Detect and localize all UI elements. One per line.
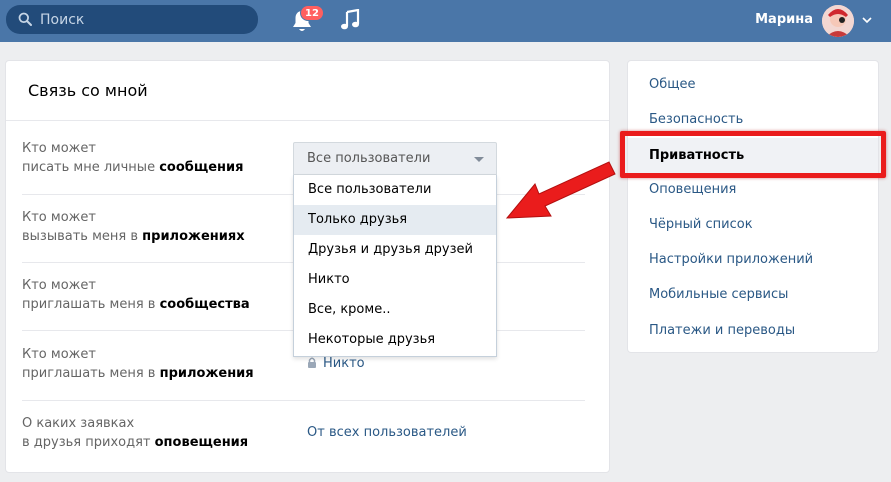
setting-label-line1: Кто может [22,141,96,156]
setting-label-line1: Кто может [22,278,96,293]
search-icon [18,12,32,26]
setting-label-bold: оповещения [154,435,249,450]
setting-label-line1: Кто может [22,210,96,225]
dropdown-option-friends[interactable]: Только друзья [294,205,496,235]
dropdown-menu: Все пользователи Только друзья Друзья и … [293,175,497,357]
annotation-arrow-icon [505,161,616,219]
nav-item-payments[interactable]: Платежи и переводы [628,313,878,348]
nav-item-app-settings[interactable]: Настройки приложений [628,242,878,277]
dropdown-option-some-friends[interactable]: Некоторые друзья [294,325,496,355]
avatar-image-icon [822,5,854,37]
nav-item-general[interactable]: Общее [628,67,878,102]
setting-label-bold: сообщения [159,160,244,175]
setting-label-line2: писать мне личные [22,160,160,175]
notifications-badge: 12 [300,5,324,21]
setting-label-line2: вызывать меня в [22,229,143,244]
setting-value-apps[interactable]: Никто [307,356,365,371]
avatar[interactable] [822,5,854,37]
dropdown-option-all[interactable]: Все пользователи [294,175,496,205]
nav-item-blacklist[interactable]: Чёрный список [628,207,878,242]
user-name[interactable]: Марина [755,12,813,27]
setting-value-text: Никто [323,356,365,371]
chevron-down-icon[interactable] [862,17,872,24]
nav-item-mobile-services[interactable]: Мобильные сервисы [628,277,878,312]
setting-row-friend-requests: О каких заявках в друзья приходят оповещ… [22,414,585,452]
divider [22,400,585,401]
settings-nav: Общее Безопасность Приватность Оповещени… [627,60,879,353]
setting-label-bold: приложения [159,366,254,381]
dropdown-option-nobody[interactable]: Никто [294,265,496,295]
setting-label-line2: приглашать меня в [22,297,160,312]
top-bar: 12 Марина [0,0,891,42]
messages-privacy-select[interactable]: Все пользователи [293,142,497,175]
setting-label: О каких заявках в друзья приходят оповещ… [22,414,585,452]
panel-title: Связь со мной [28,81,148,100]
music-icon[interactable] [340,9,360,31]
search-box[interactable] [6,5,258,34]
setting-label-line2: в друзья приходят [22,435,155,450]
setting-label-line1: О каких заявках [22,416,135,431]
setting-label-bold: приложениях [142,229,245,244]
annotation-highlight-box [620,131,886,178]
caret-down-icon [474,157,484,162]
setting-label-bold: сообщества [159,297,250,312]
dropdown-option-friends-of-friends[interactable]: Друзья и друзья друзей [294,235,496,265]
setting-value-friend-requests[interactable]: От всех пользователей [307,425,467,440]
lock-icon [308,357,316,368]
setting-label-line1: Кто может [22,347,96,362]
search-input[interactable] [40,5,250,34]
dropdown-option-all-except[interactable]: Все, кроме.. [294,295,496,325]
setting-label-line2: приглашать меня в [22,366,160,381]
divider [6,120,609,121]
select-value: Все пользователи [307,151,431,166]
